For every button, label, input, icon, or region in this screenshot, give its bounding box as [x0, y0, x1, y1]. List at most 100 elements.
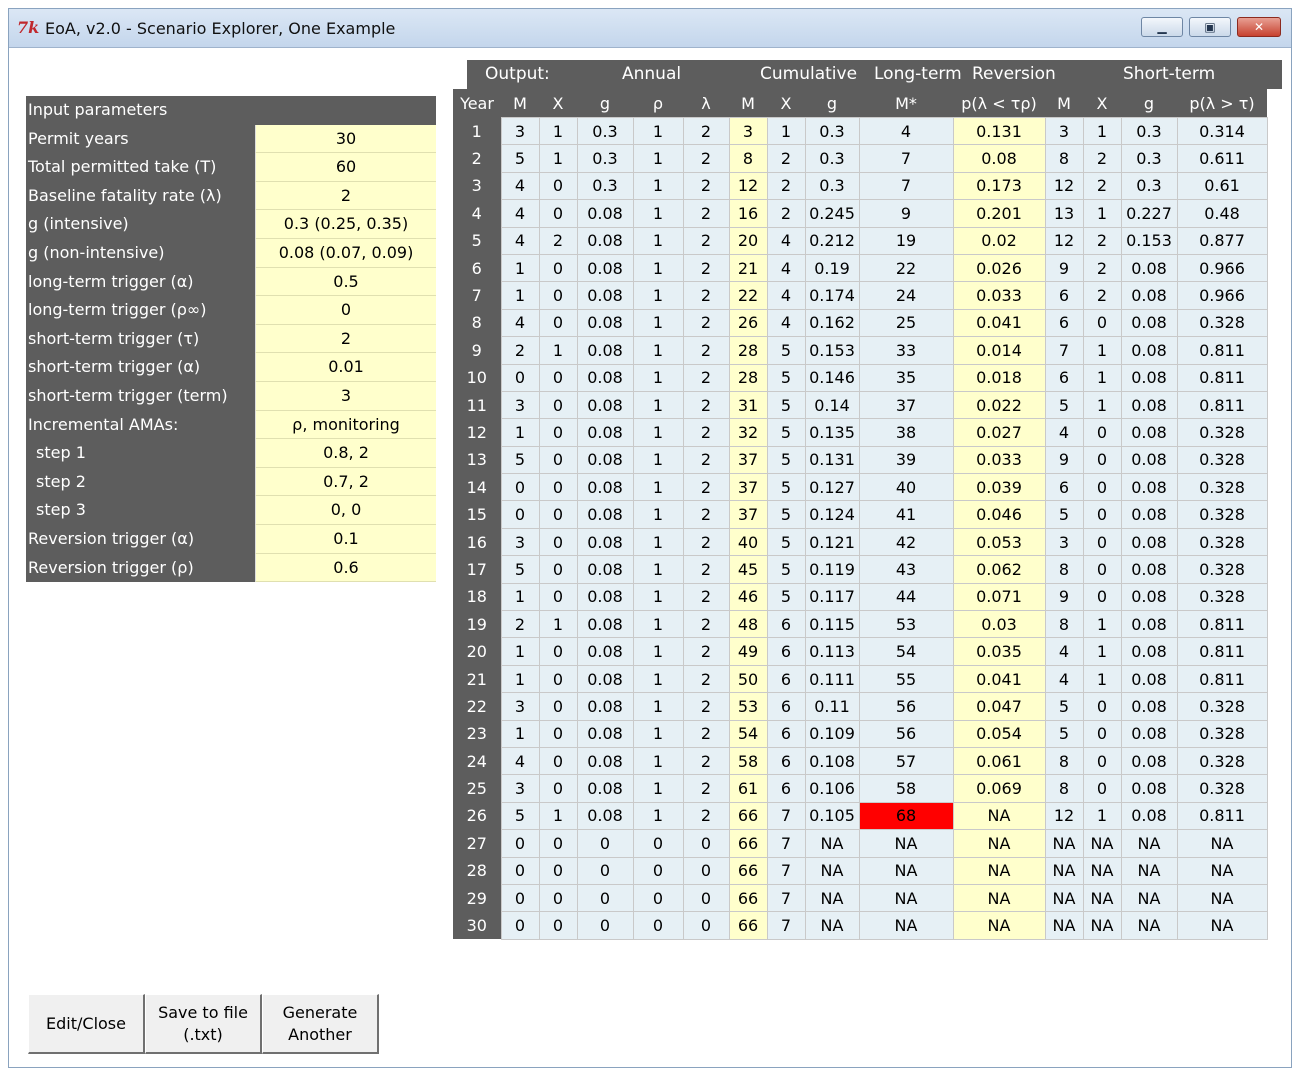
table-cell: 28: [728, 336, 768, 365]
table-row: 23 1 0 0.08 1 2 54 6 0.109 56 0.054 5 0 0.08 0.328: [453, 719, 1268, 748]
year-cell: 8: [453, 309, 501, 337]
table-cell: 2: [682, 500, 730, 529]
table-cell: 0: [538, 637, 578, 666]
table-cell: 0.014: [952, 336, 1046, 365]
group-output: Output:: [485, 64, 550, 84]
param-label: Reversion trigger (α): [26, 524, 255, 554]
column-header: g: [577, 89, 633, 118]
table-cell: 1: [500, 253, 540, 283]
table-cell: 5: [1044, 500, 1084, 529]
table-cell: 0.131: [804, 445, 860, 475]
column-header: p(λ > τ): [1177, 89, 1267, 118]
table-cell: 0.3: [1120, 171, 1178, 201]
table-row: 19 2 1 0.08 1 2 48 6 0.115 53 0.03 8 1 0.08 0.811: [453, 610, 1268, 639]
column-header: M*: [859, 89, 953, 118]
table-cell: 1: [632, 555, 684, 584]
table-cell: 0.08: [1120, 308, 1178, 338]
table-cell: 0: [576, 911, 634, 940]
table-cell: 0: [538, 829, 578, 858]
table-cell: 1: [1082, 363, 1122, 392]
table-cell: 3: [500, 692, 540, 721]
table-cell: 0.119: [804, 555, 860, 584]
save-to-file-button[interactable]: Save to file (.txt): [145, 994, 262, 1054]
group-annual: Annual: [622, 64, 682, 84]
table-cell: NA: [1176, 829, 1268, 858]
table-cell: 1: [632, 473, 684, 502]
year-cell: 25: [453, 774, 501, 803]
table-cell: 2: [682, 582, 730, 612]
table-cell: 0: [538, 527, 578, 557]
table-cell: 12: [1044, 226, 1084, 255]
table-cell: NA: [1176, 883, 1268, 913]
table-cell: 54: [858, 637, 954, 666]
table-cell: 0.328: [1176, 774, 1268, 803]
table-cell: 0.227: [1120, 199, 1178, 228]
param-row: Incremental AMAs: ρ, monitoring: [26, 410, 438, 440]
table-cell: 0.08: [1120, 281, 1178, 310]
table-row: 2 5 1 0.3 1 2 8 2 0.3 7 0.08 8 2 0.3 0.611: [453, 144, 1268, 173]
table-cell: 0.115: [804, 610, 860, 639]
year-cell: 12: [453, 418, 501, 447]
column-header: X: [539, 89, 577, 118]
param-row: Reversion trigger (ρ) 0.6: [26, 553, 438, 583]
output-panel: Output: Annual Cumulative Long-term Reve…: [453, 60, 1282, 940]
table-cell: NA: [1176, 911, 1268, 940]
table-cell: 2: [1082, 171, 1122, 201]
table-cell: 1: [632, 692, 684, 721]
table-cell: 2: [500, 610, 540, 639]
table-cell: 24: [858, 281, 954, 310]
table-row: 28 0 0 0 0 0 66 7 NA NA NA NA NA NA NA: [453, 856, 1268, 885]
table-cell: 0.08: [576, 582, 634, 612]
table-cell: 57: [858, 746, 954, 776]
table-cell: 0.328: [1176, 582, 1268, 612]
table-cell: 0: [500, 473, 540, 502]
table-cell: 1: [1082, 610, 1122, 639]
table-cell: 2: [682, 390, 730, 420]
param-row: g (non-intensive) 0.08 (0.07, 0.09): [26, 238, 438, 268]
table-cell: NA: [858, 883, 954, 913]
edit-close-button[interactable]: Edit/Close: [28, 994, 145, 1054]
table-cell: 0.3: [804, 171, 860, 201]
table-cell: 2: [682, 199, 730, 228]
table-cell: 2: [682, 664, 730, 694]
table-cell: 0.08: [576, 281, 634, 310]
table-row: 21 1 0 0.08 1 2 50 6 0.111 55 0.041 4 1 0.08 0.811: [453, 664, 1268, 694]
table-cell: 5: [766, 555, 806, 584]
table-cell: NA: [1044, 911, 1084, 940]
table-cell: 0.022: [952, 390, 1046, 420]
table-cell: 2: [766, 144, 806, 173]
minimize-button[interactable]: ▁: [1141, 17, 1183, 37]
table-cell: 66: [728, 856, 768, 885]
table-cell: 0.035: [952, 637, 1046, 666]
table-cell: 1: [538, 801, 578, 831]
table-cell: 68: [858, 801, 954, 831]
table-cell: 4: [766, 308, 806, 338]
table-cell: 53: [858, 610, 954, 639]
generate-another-button[interactable]: Generate Another: [262, 994, 379, 1054]
table-row: 30 0 0 0 0 0 66 7 NA NA NA NA NA NA NA: [453, 911, 1268, 940]
table-cell: 0.054: [952, 719, 1046, 748]
table-cell: 1: [632, 664, 684, 694]
table-cell: 2: [682, 308, 730, 338]
table-cell: NA: [858, 829, 954, 858]
param-label: short-term trigger (τ): [26, 324, 255, 354]
table-cell: 0.328: [1176, 692, 1268, 721]
column-header: X: [1083, 89, 1121, 118]
table-cell: 0: [1082, 418, 1122, 447]
table-cell: 0: [576, 829, 634, 858]
params-header: Input parameters: [26, 96, 255, 125]
table-cell: 0.3: [576, 116, 634, 146]
table-cell: 0: [538, 418, 578, 447]
param-value: 0.08 (0.07, 0.09): [255, 238, 436, 268]
table-cell: 6: [1044, 281, 1084, 310]
close-button[interactable]: ✕: [1237, 17, 1281, 37]
table-row: 5 4 2 0.08 1 2 20 4 0.212 19 0.02 12 2 0.153 0.877: [453, 226, 1268, 255]
table-cell: 0: [682, 856, 730, 885]
table-cell: 2: [500, 336, 540, 365]
table-cell: 0.08: [1120, 774, 1178, 803]
table-cell: 2: [1082, 226, 1122, 255]
param-value: 2: [255, 324, 436, 354]
table-cell: 7: [766, 856, 806, 885]
maximize-button[interactable]: ▣: [1189, 17, 1231, 37]
group-cumulative: Cumulative: [760, 64, 858, 84]
